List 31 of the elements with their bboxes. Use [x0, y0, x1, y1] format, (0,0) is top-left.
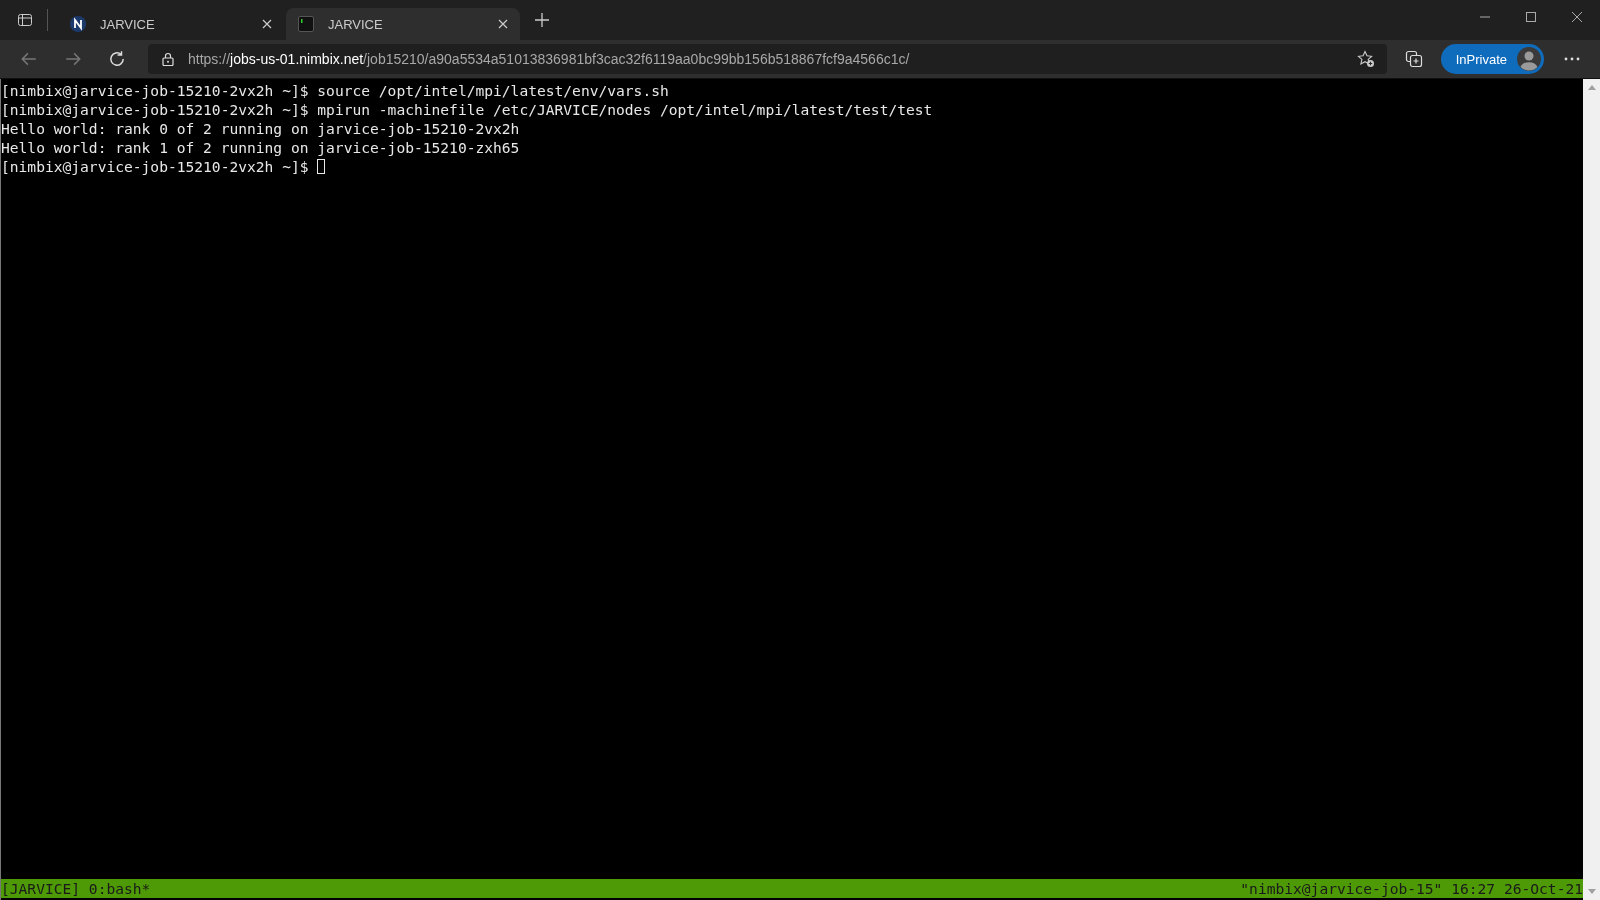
back-icon[interactable]: [20, 50, 38, 68]
new-tab-icon[interactable]: [534, 12, 550, 28]
output-text: Hello world: rank 1 of 2 running on jarvice-job-15210-zxh65: [1, 139, 520, 156]
avatar-icon: [1517, 47, 1541, 71]
output-text: Hello world: rank 0 of 2 running on jarvice-job-15210-2vx2h: [1, 120, 520, 137]
maximize-icon[interactable]: [1525, 11, 1537, 23]
lock-icon: [162, 52, 174, 66]
host-time-label: "nimbix@jarvice-job-15" 16:27 26-Oct-21: [1240, 880, 1583, 897]
session-label: [JARVICE] 0:bash*: [1, 880, 151, 897]
terminal-icon: [298, 16, 314, 32]
forward-icon[interactable]: [64, 50, 82, 68]
collections-icon[interactable]: [1404, 50, 1423, 68]
refresh-icon[interactable]: [108, 50, 126, 68]
shell-prompt: [nimbix@jarvice-job-15210-2vx2h ~]$: [1, 158, 310, 175]
close-tab-icon[interactable]: [262, 19, 272, 29]
add-favorite-icon[interactable]: [1356, 50, 1375, 68]
close-tab-icon[interactable]: [498, 19, 508, 29]
address-field[interactable]: https://jobs-us-01.nimbix.net/job15210/a90a5534a51013836981bf3cac32f6119aa0bc99bb156b518867fcf9a4566c1c/: [148, 44, 1387, 74]
n-logo-icon: [70, 16, 86, 32]
command-text: source /opt/intel/mpi/latest/env/vars.sh: [317, 82, 669, 99]
inprivate-button[interactable]: InPrivate: [1440, 44, 1544, 74]
shell-prompt: [nimbix@jarvice-job-15210-2vx2h ~]$: [1, 82, 310, 99]
terminal[interactable]: [0, 79, 1583, 900]
browser-tab[interactable]: JARVICE: [58, 8, 284, 40]
url-text: https://jobs-us-01.nimbix.net/job15210/a90a5534a51013836981bf3cac32f6119aa0bc99bb156b518867fcf9a4566c1c/: [188, 51, 911, 67]
command-text: mpirun -machinefile /etc/JARVICE/nodes /opt/intel/mpi/latest/test/test: [317, 101, 933, 118]
close-icon[interactable]: [1571, 11, 1583, 23]
shell-prompt: [nimbix@jarvice-job-15210-2vx2h ~]$: [1, 101, 310, 118]
more-icon[interactable]: [1564, 57, 1580, 61]
browser-tab[interactable]: JARVICE: [286, 8, 520, 40]
tab-actions-icon[interactable]: [17, 12, 33, 28]
